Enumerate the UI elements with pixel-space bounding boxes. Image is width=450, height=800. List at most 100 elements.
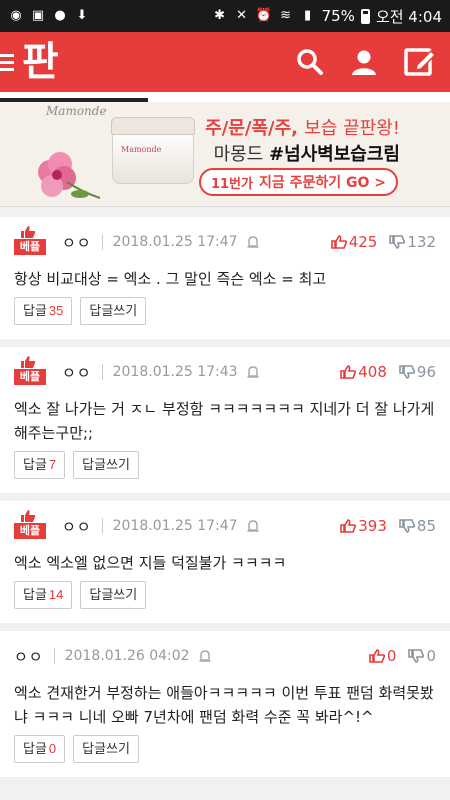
search-icon[interactable] bbox=[296, 48, 324, 76]
download-icon: ⬇ bbox=[76, 8, 88, 23]
downvote-button[interactable]: 132 bbox=[389, 233, 436, 251]
comment-author[interactable]: ㅇㅇ bbox=[14, 646, 44, 667]
comment-date: 2018.01.26 04:02 bbox=[64, 648, 190, 664]
best-badge: 베플 bbox=[14, 510, 48, 539]
app-notification-icon-3: ● bbox=[54, 8, 66, 23]
comment-item: ㅇㅇ 2018.01.26 04:02 0 0 엑소 견재한거 부정하는 애들아… bbox=[0, 631, 450, 785]
status-right: ✱ ✕ ⏰ ≋ ▮ 75% 오전 4:04 bbox=[212, 6, 442, 27]
wifi-icon: ≋ bbox=[280, 8, 292, 23]
comment-text: 엑소 엑소엘 없으면 지들 덕질불가 ㅋㅋㅋㅋ bbox=[14, 554, 287, 572]
vote-group: 393 85 bbox=[340, 517, 436, 535]
comment-date: 2018.01.25 17:43 bbox=[112, 364, 238, 380]
upvote-count: 393 bbox=[358, 517, 387, 535]
write-reply-button[interactable]: 답글쓰기 bbox=[80, 581, 147, 609]
comment-item: 베플 ㅇㅇ 2018.01.25 17:43 408 96 엑소 잘 나가는 거… bbox=[0, 347, 450, 501]
upvote-button[interactable]: 425 bbox=[330, 233, 378, 251]
replies-button[interactable]: 답글 35 bbox=[14, 297, 73, 325]
report-bell-icon[interactable] bbox=[246, 365, 260, 379]
thumbs-up-badge-icon bbox=[21, 226, 36, 238]
alarm-icon: ⏰ bbox=[255, 8, 272, 23]
vote-group: 425 132 bbox=[330, 233, 436, 251]
divider bbox=[101, 518, 103, 534]
signal-icon: ▮ bbox=[304, 8, 312, 23]
clock: 오전 4:04 bbox=[375, 7, 442, 26]
comment-date: 2018.01.25 17:47 bbox=[112, 518, 238, 534]
write-reply-button[interactable]: 답글쓰기 bbox=[80, 297, 147, 325]
thumbs-up-badge-icon bbox=[21, 510, 36, 522]
downvote-button[interactable]: 96 bbox=[399, 363, 436, 381]
best-badge: 베플 bbox=[14, 356, 48, 385]
write-reply-button[interactable]: 답글쓰기 bbox=[73, 735, 139, 763]
thumbs-down-icon bbox=[389, 235, 406, 249]
upvote-count: 0 bbox=[386, 647, 397, 665]
report-bell-icon[interactable] bbox=[198, 649, 212, 663]
thumbs-up-icon bbox=[340, 519, 357, 533]
comment-meta: 베플 ㅇㅇ 2018.01.25 17:47 393 85 bbox=[14, 501, 436, 541]
11st-badge: 11번가 bbox=[210, 176, 253, 192]
app-notification-icon: ◉ bbox=[10, 8, 22, 23]
comment-actions: 답글 0 답글쓰기 bbox=[14, 735, 436, 777]
bluetooth-icon: ✱ bbox=[214, 8, 226, 23]
ad-subheadline: 마몽드 #넘사벽보습크림 bbox=[213, 144, 400, 165]
app-actions bbox=[296, 47, 436, 77]
status-bar: ◉ ▣ ● ⬇ ✱ ✕ ⏰ ≋ ▮ 75% 오전 4:04 bbox=[0, 0, 450, 32]
ad-brand: Mamonde bbox=[46, 104, 107, 118]
comment-item: 베플 ㅇㅇ 2018.01.25 17:47 425 132 항상 비교대상 =… bbox=[0, 217, 450, 347]
ad-banner[interactable]: Mamonde Mamonde 주/문/폭/주, 보습 끝판왕! 마몽드 #넘사… bbox=[0, 102, 450, 207]
app-logo[interactable]: 판 bbox=[22, 42, 59, 82]
menu-icon[interactable] bbox=[0, 53, 22, 71]
downvote-button[interactable]: 85 bbox=[399, 517, 436, 535]
report-bell-icon[interactable] bbox=[246, 519, 260, 533]
comment-author[interactable]: ㅇㅇ bbox=[62, 516, 92, 537]
write-icon[interactable] bbox=[404, 47, 436, 77]
replies-button[interactable]: 답글 0 bbox=[14, 735, 66, 763]
ad-headline: 주/문/폭/주, 보습 끝판왕! bbox=[205, 118, 400, 139]
section-gap bbox=[0, 207, 450, 217]
ad-cta-button[interactable]: 11번가 지금 주문하기 GO > bbox=[198, 168, 398, 196]
profile-icon[interactable] bbox=[350, 48, 378, 76]
replies-button[interactable]: 답글 7 bbox=[14, 451, 66, 479]
tab-indicator-bar bbox=[0, 92, 450, 102]
thumbs-up-icon bbox=[340, 365, 357, 379]
thumbs-up-icon bbox=[330, 235, 347, 249]
upvote-count: 408 bbox=[358, 363, 387, 381]
divider bbox=[101, 234, 103, 250]
battery-percent: 75% bbox=[321, 7, 355, 25]
thumbs-down-icon bbox=[408, 649, 425, 663]
battery-icon bbox=[360, 8, 370, 24]
write-reply-button[interactable]: 답글쓰기 bbox=[73, 451, 139, 479]
downvote-count: 132 bbox=[407, 233, 436, 251]
comment-item: 베플 ㅇㅇ 2018.01.25 17:47 393 85 엑소 엑소엘 없으면… bbox=[0, 501, 450, 631]
comment-date: 2018.01.25 17:47 bbox=[112, 234, 238, 250]
downvote-count: 96 bbox=[416, 363, 436, 381]
downvote-button[interactable]: 0 bbox=[408, 647, 436, 665]
comment-text: 엑소 견재한거 부정하는 애들아ㅋㅋㅋㅋㅋ 이번 투표 팬덤 화력못봤냐 ㅋㅋㅋ… bbox=[14, 684, 434, 726]
app-notification-icon-2: ▣ bbox=[31, 8, 45, 23]
divider bbox=[53, 648, 55, 664]
upvote-button[interactable]: 393 bbox=[340, 517, 387, 535]
comment-text: 엑소 잘 나가는 거 ㅈㄴ 부정함 ㅋㅋㅋㅋㅋㅋㅋ 지네가 더 잘 나가게 해주… bbox=[14, 400, 435, 442]
jar-label: Mamonde bbox=[121, 145, 162, 154]
comment-list: 베플 ㅇㅇ 2018.01.25 17:47 425 132 항상 비교대상 =… bbox=[0, 217, 450, 785]
comment-meta: 베플 ㅇㅇ 2018.01.25 17:43 408 96 bbox=[14, 347, 436, 387]
comment-actions: 답글 35 답글쓰기 bbox=[14, 297, 436, 339]
comment-meta: ㅇㅇ 2018.01.26 04:02 0 0 bbox=[14, 631, 436, 671]
downvote-count: 0 bbox=[426, 647, 436, 665]
app-bar: 판 bbox=[0, 32, 450, 92]
thumbs-down-icon bbox=[399, 365, 415, 379]
brand: 판 bbox=[0, 42, 59, 82]
comment-actions: 답글 7 답글쓰기 bbox=[14, 451, 436, 493]
comment-meta: 베플 ㅇㅇ 2018.01.25 17:47 425 132 bbox=[14, 217, 436, 257]
upvote-button[interactable]: 408 bbox=[340, 363, 387, 381]
upvote-button[interactable]: 0 bbox=[369, 647, 397, 665]
report-bell-icon[interactable] bbox=[246, 235, 260, 249]
replies-button[interactable]: 답글 14 bbox=[14, 581, 73, 609]
comment-text: 항상 비교대상 = 엑소 . 그 말인 즉슨 엑소 = 최고 bbox=[14, 270, 327, 288]
comment-author[interactable]: ㅇㅇ bbox=[62, 232, 92, 253]
comment-actions: 답글 14 답글쓰기 bbox=[14, 581, 436, 623]
cta-label: 지금 주문하기 GO > bbox=[258, 175, 386, 191]
thumbs-up-badge-icon bbox=[21, 356, 36, 368]
comment-author[interactable]: ㅇㅇ bbox=[62, 362, 92, 383]
upvote-count: 425 bbox=[348, 233, 378, 251]
best-badge: 베플 bbox=[14, 226, 48, 255]
